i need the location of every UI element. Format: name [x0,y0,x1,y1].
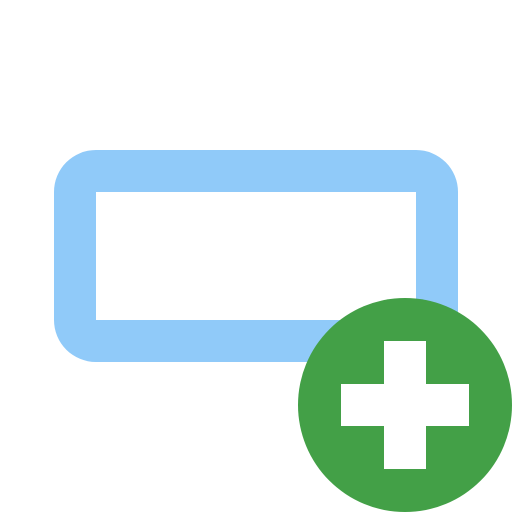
add-badge-icon [298,298,512,512]
add-field-icon [0,0,512,512]
add-field-graphic [54,150,512,512]
